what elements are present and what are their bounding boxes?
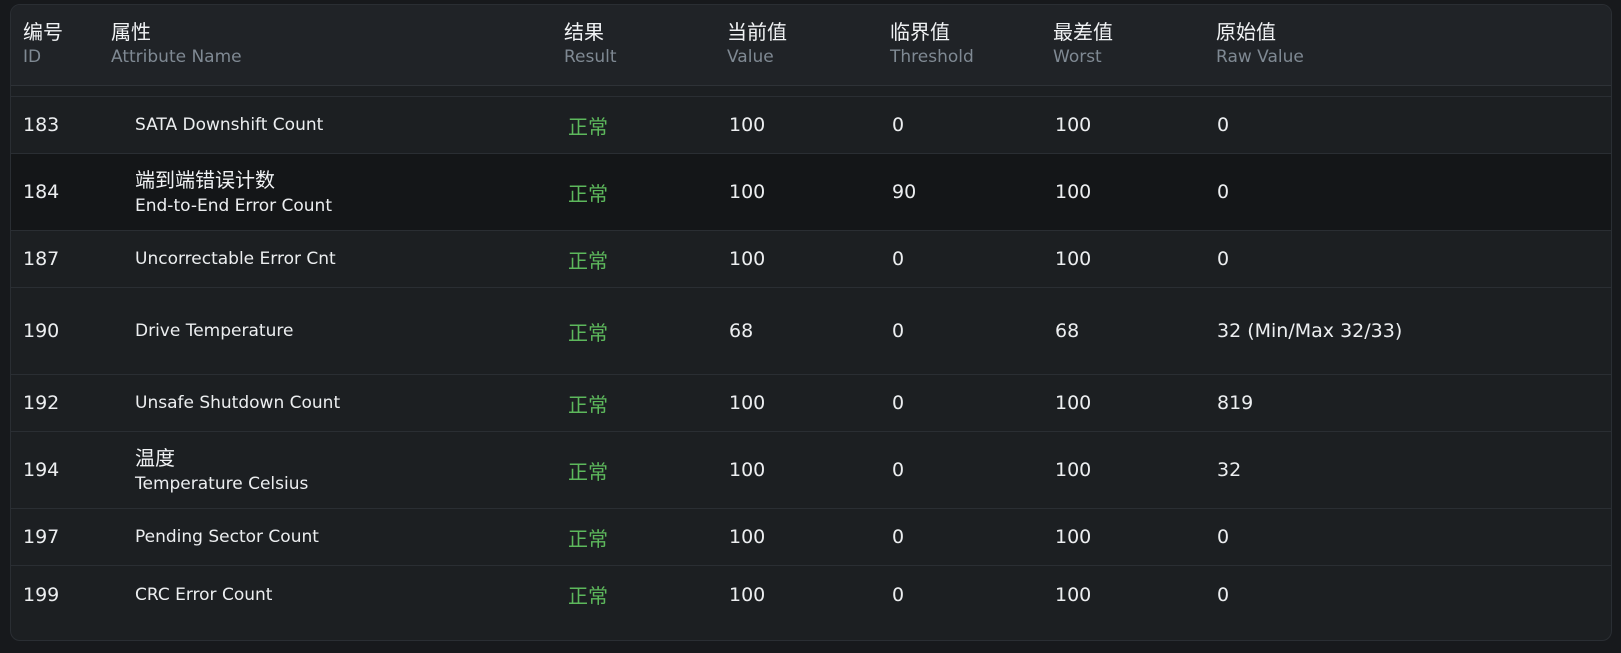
result-status: 正常 (568, 584, 608, 608)
table-row[interactable]: 187 Uncorrectable Error Cnt 正常 100 0 100… (11, 231, 1611, 288)
column-header-value[interactable]: 当前值 Value (727, 19, 787, 69)
raw-value: 0 (1217, 583, 1230, 606)
raw-value: 0 (1217, 526, 1230, 548)
attribute-id: 187 (23, 248, 60, 270)
current-value: 100 (729, 459, 766, 481)
attribute-name-en: Temperature Celsius (135, 474, 309, 494)
attribute-name-en: Drive Temperature (135, 321, 294, 341)
worst-value: 68 (1055, 320, 1080, 342)
attribute-name-en: Pending Sector Count (135, 527, 319, 547)
column-header-zh: 当前值 (727, 20, 787, 44)
column-header-zh: 最差值 (1053, 20, 1113, 44)
threshold-value: 0 (892, 248, 905, 270)
attribute-name-zh: 温度 (135, 446, 175, 470)
column-header-zh: 临界值 (890, 20, 950, 44)
table-row[interactable]: 194 温度 Temperature Celsius 正常 100 0 100 … (11, 432, 1611, 509)
attribute-id: 190 (23, 320, 60, 342)
raw-value: 819 (1217, 392, 1254, 414)
worst-value: 100 (1055, 392, 1092, 414)
result-status: 正常 (568, 320, 608, 345)
column-header-en: ID (23, 47, 42, 67)
result-status: 正常 (568, 392, 608, 417)
attribute-id: 197 (23, 526, 60, 548)
column-header-en: Raw Value (1216, 47, 1304, 67)
raw-value: 32 (1217, 459, 1242, 481)
column-header-zh: 编号 (23, 20, 63, 44)
raw-value: 32 (Min/Max 32/33) (1217, 320, 1403, 342)
attribute-name: Uncorrectable Error Cnt (135, 231, 336, 287)
attribute-name-en: CRC Error Count (135, 584, 273, 605)
column-header-attribute[interactable]: 属性 Attribute Name (111, 19, 242, 69)
attribute-id: 194 (23, 459, 60, 481)
current-value: 100 (729, 392, 766, 414)
attribute-id: 199 (23, 583, 60, 606)
current-value: 100 (729, 583, 766, 606)
attribute-name: CRC Error Count (135, 566, 272, 623)
column-header-en: Result (564, 47, 617, 67)
current-value: 68 (729, 320, 754, 342)
threshold-value: 0 (892, 459, 905, 481)
attribute-name: Pending Sector Count (135, 509, 319, 565)
attribute-name: SATA Downshift Count (135, 97, 323, 153)
threshold-value: 0 (892, 526, 905, 548)
attribute-name: Unsafe Shutdown Count (135, 375, 340, 431)
column-header-id[interactable]: 编号 ID (23, 19, 63, 69)
current-value: 100 (729, 114, 766, 136)
column-header-en: Worst (1053, 47, 1102, 67)
attribute-name-en: End-to-End Error Count (135, 196, 332, 216)
table-header: 编号 ID 属性 Attribute Name 结果 Result 当前值 Va… (11, 5, 1611, 86)
smart-attributes-table: 编号 ID 属性 Attribute Name 结果 Result 当前值 Va… (10, 4, 1612, 641)
attribute-name-en: Uncorrectable Error Cnt (135, 249, 336, 269)
column-header-raw-value[interactable]: 原始值 Raw Value (1216, 19, 1304, 69)
column-header-en: Threshold (890, 47, 974, 67)
worst-value: 100 (1055, 114, 1092, 136)
threshold-value: 0 (892, 583, 905, 606)
result-status: 正常 (568, 114, 608, 139)
result-status: 正常 (568, 526, 608, 551)
result-status: 正常 (568, 248, 608, 273)
worst-value: 100 (1055, 583, 1092, 606)
threshold-value: 0 (892, 320, 905, 342)
current-value: 100 (729, 526, 766, 548)
threshold-value: 0 (892, 114, 905, 136)
attribute-id: 184 (23, 181, 60, 203)
raw-value: 0 (1217, 114, 1230, 136)
column-header-result[interactable]: 结果 Result (564, 19, 617, 69)
table-row[interactable]: 199 CRC Error Count 正常 100 0 100 0 (11, 566, 1611, 623)
worst-value: 100 (1055, 526, 1092, 548)
table-row[interactable]: 192 Unsafe Shutdown Count 正常 100 0 100 8… (11, 375, 1611, 432)
result-status: 正常 (568, 181, 608, 206)
table-row[interactable]: 190 Drive Temperature 正常 68 0 68 32 (Min… (11, 288, 1611, 375)
attribute-name: 温度 Temperature Celsius (135, 432, 308, 508)
column-header-zh: 属性 (111, 20, 151, 44)
attribute-id: 192 (23, 392, 60, 414)
worst-value: 100 (1055, 248, 1092, 270)
attribute-name-en: SATA Downshift Count (135, 115, 324, 135)
raw-value: 0 (1217, 181, 1230, 203)
column-header-en: Value (727, 47, 774, 67)
current-value: 100 (729, 181, 766, 203)
attribute-name: 端到端错误计数 End-to-End Error Count (135, 154, 332, 230)
column-header-worst[interactable]: 最差值 Worst (1053, 19, 1113, 69)
partially-scrolled-row (11, 86, 1611, 97)
attribute-name: Drive Temperature (135, 288, 293, 374)
column-header-zh: 结果 (564, 20, 604, 44)
column-header-zh: 原始值 (1216, 20, 1276, 44)
result-status: 正常 (568, 459, 608, 484)
column-header-threshold[interactable]: 临界值 Threshold (890, 19, 974, 69)
attribute-name-en: Unsafe Shutdown Count (135, 393, 341, 413)
attribute-name-zh: 端到端错误计数 (135, 168, 275, 192)
table-row[interactable]: 184 端到端错误计数 End-to-End Error Count 正常 10… (11, 154, 1611, 231)
column-header-en: Attribute Name (111, 47, 242, 67)
table-row[interactable]: 197 Pending Sector Count 正常 100 0 100 0 (11, 509, 1611, 566)
worst-value: 100 (1055, 181, 1092, 203)
threshold-value: 0 (892, 392, 905, 414)
raw-value: 0 (1217, 248, 1230, 270)
threshold-value: 90 (892, 181, 917, 203)
attribute-id: 183 (23, 114, 60, 136)
table-row[interactable]: 183 SATA Downshift Count 正常 100 0 100 0 (11, 97, 1611, 154)
worst-value: 100 (1055, 459, 1092, 481)
current-value: 100 (729, 248, 766, 270)
